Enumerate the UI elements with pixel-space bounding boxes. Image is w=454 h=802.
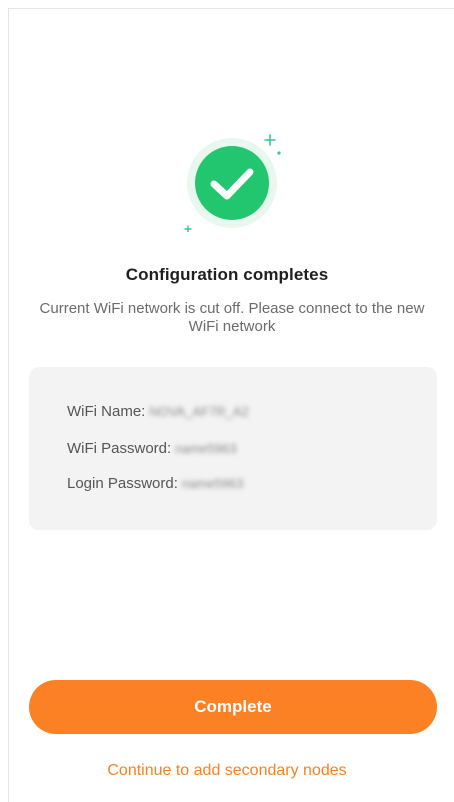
login-password-value: name5963 bbox=[181, 476, 244, 491]
login-password-label: Login Password: bbox=[67, 475, 178, 492]
check-circle-icon bbox=[195, 146, 269, 220]
sparkle-small-icon bbox=[184, 225, 192, 232]
login-password-row: Login Password: name5963 bbox=[67, 475, 243, 492]
sparkle-icon bbox=[264, 134, 276, 146]
sparkle-dot-icon bbox=[277, 151, 281, 155]
add-secondary-nodes-link[interactable]: Continue to add secondary nodes bbox=[0, 762, 454, 780]
result-message: Current WiFi network is cut off. Please … bbox=[39, 300, 425, 335]
wifi-name-row: WiFi Name: NOVA_AF7R_A2 bbox=[67, 403, 249, 420]
wifi-password-row: WiFi Password: name5963 bbox=[67, 440, 237, 457]
complete-button[interactable]: Complete bbox=[29, 680, 437, 734]
wifi-name-label: WiFi Name: bbox=[67, 403, 146, 420]
wifi-name-value: NOVA_AF7R_A2 bbox=[149, 404, 249, 419]
success-badge bbox=[169, 127, 289, 232]
wifi-password-label: WiFi Password: bbox=[67, 440, 172, 457]
success-illustration bbox=[184, 134, 281, 232]
result-title: Configuration completes bbox=[125, 265, 329, 284]
wifi-password-value: name5963 bbox=[175, 441, 237, 456]
